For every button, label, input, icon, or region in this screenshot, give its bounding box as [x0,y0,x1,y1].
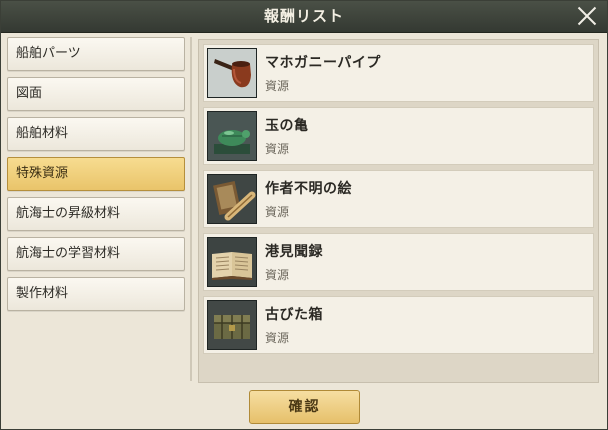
reward-list: マホガニーパイプ 資源 玉の亀 資源 作者不明の絵 資源 港見聞録 資源 古びた… [198,39,599,383]
dialog-title: 報酬リスト [263,7,344,25]
reward-item[interactable]: マホガニーパイプ 資源 [203,44,594,102]
reward-item[interactable]: 港見聞録 資源 [203,233,594,291]
title-bar: 報酬リスト [1,1,607,33]
reward-type: 資源 [265,268,290,282]
book-icon [207,237,257,287]
reward-name: 玉の亀 [265,118,309,134]
category-sidebar: 船舶パーツ 図面 船舶材料 特殊資源 航海士の昇級材料 航海士の学習材料 製作材… [7,37,185,317]
category-navigator-study-materials[interactable]: 航海士の学習材料 [7,237,185,271]
category-special-resources[interactable]: 特殊資源 [7,157,185,191]
reward-item[interactable]: 作者不明の絵 資源 [203,170,594,228]
reward-name: 作者不明の絵 [265,181,352,197]
category-blueprints[interactable]: 図面 [7,77,185,111]
reward-type: 資源 [265,331,290,345]
reward-name: 港見聞録 [265,244,323,260]
reward-item[interactable]: 古びた箱 資源 [203,296,594,354]
jade-turtle-icon [207,111,257,161]
category-navigator-promotion-materials[interactable]: 航海士の昇級材料 [7,197,185,231]
chest-icon [207,300,257,350]
category-ship-materials[interactable]: 船舶材料 [7,117,185,151]
reward-type: 資源 [265,142,290,156]
close-icon[interactable] [575,4,599,28]
confirm-button[interactable]: 確認 [249,390,360,424]
reward-type: 資源 [265,205,290,219]
category-ship-parts[interactable]: 船舶パーツ [7,37,185,71]
reward-list-dialog: 報酬リスト 船舶パーツ 図面 船舶材料 特殊資源 航海士の昇級材料 航海士の学習… [0,0,608,430]
reward-type: 資源 [265,79,290,93]
painting-scroll-icon [207,174,257,224]
reward-item[interactable]: 玉の亀 資源 [203,107,594,165]
pipe-icon [207,48,257,98]
reward-name: 古びた箱 [265,307,323,323]
reward-name: マホガニーパイプ [265,55,381,71]
divider [190,37,192,381]
category-crafting-materials[interactable]: 製作材料 [7,277,185,311]
